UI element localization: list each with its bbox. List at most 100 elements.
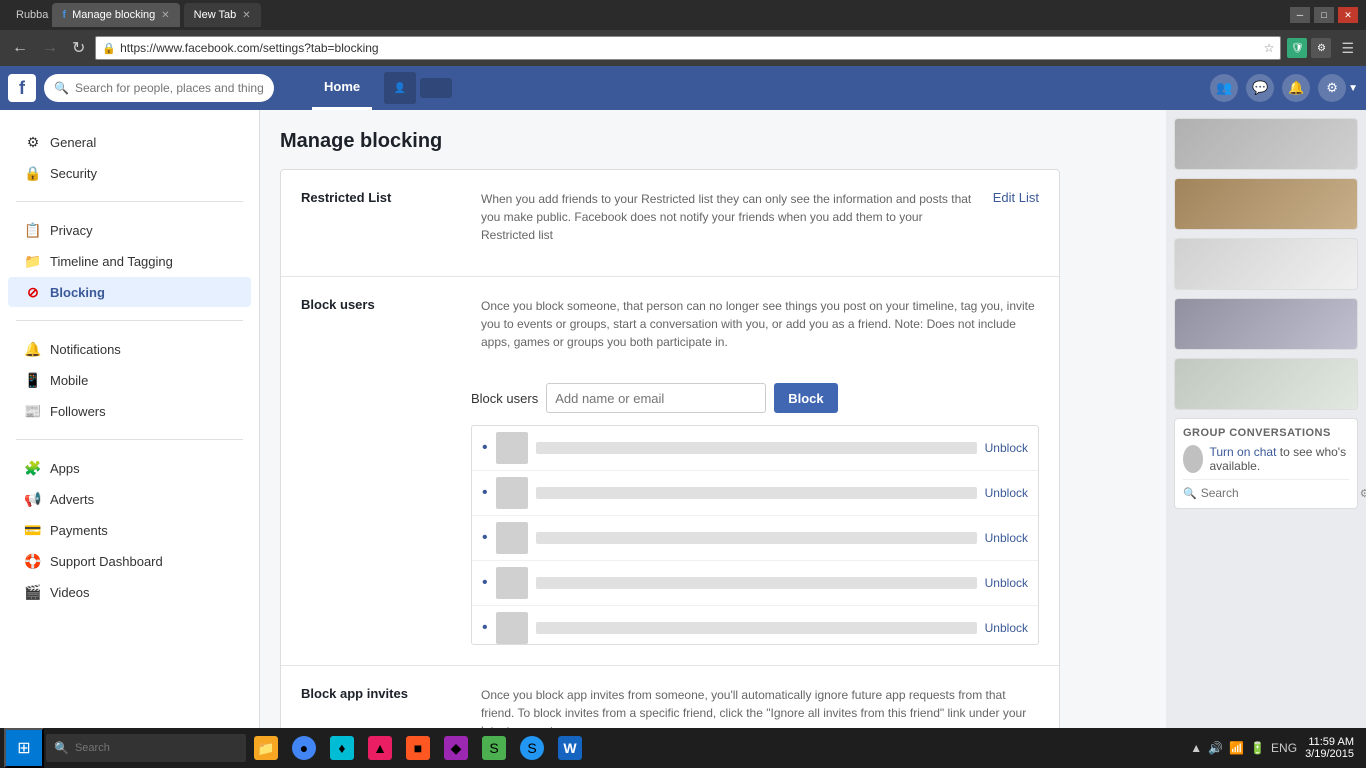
close-button[interactable]: ✕ <box>1338 7 1358 23</box>
forward-button[interactable]: → <box>38 37 62 59</box>
facebook-search-bar[interactable]: 🔍 <box>44 74 274 102</box>
sidebar-item-notifications[interactable]: 🔔 Notifications <box>8 334 251 364</box>
sidebar-item-followers[interactable]: 📰 Followers <box>8 396 251 426</box>
active-tab[interactable]: f Manage blocking ✕ <box>52 3 179 27</box>
new-tab-label: New Tab <box>194 9 237 21</box>
search-input[interactable] <box>75 81 264 95</box>
bullet-icon: • <box>482 619 488 637</box>
sidebar-section-mid: 📋 Privacy 📁 Timeline and Tagging ⊘ Block… <box>0 210 259 312</box>
taskbar-app5[interactable]: ■ <box>400 730 436 766</box>
new-tab[interactable]: New Tab ✕ <box>184 3 261 27</box>
sidebar-item-payments[interactable]: 💳 Payments <box>8 515 251 545</box>
apps-icon: 🧩 <box>24 459 42 477</box>
clock-time: 11:59 AM <box>1305 736 1354 748</box>
sidebar-item-privacy[interactable]: 📋 Privacy <box>8 215 251 245</box>
battery-icon[interactable]: 🔋 <box>1250 741 1265 755</box>
nav-home[interactable]: Home <box>312 66 372 110</box>
taskbar-app4[interactable]: ▲ <box>362 730 398 766</box>
sidebar-item-label-payments: Payments <box>50 523 108 538</box>
payments-icon: 💳 <box>24 521 42 539</box>
reload-button[interactable]: ↻ <box>68 36 89 60</box>
taskbar-app3[interactable]: ♦ <box>324 730 360 766</box>
sidebar-divider-1 <box>16 201 243 202</box>
tray-arrow-icon[interactable]: ▲ <box>1190 741 1202 755</box>
sidebar-item-label-blocking: Blocking <box>50 285 105 300</box>
sidebar-section-extra: 🧩 Apps 📢 Adverts 💳 Payments 🛟 Support Da… <box>0 448 259 612</box>
sidebar-item-adverts[interactable]: 📢 Adverts <box>8 484 251 514</box>
fb-friends-icon[interactable]: 👥 <box>1210 74 1238 102</box>
block-user-input[interactable] <box>546 383 766 413</box>
block-button[interactable]: Block <box>774 383 837 413</box>
list-item: • Unblock <box>472 561 1038 606</box>
fb-settings-dropdown[interactable]: ⚙ ▼ <box>1318 74 1358 102</box>
sidebar-item-general[interactable]: ⚙ General <box>8 127 251 157</box>
app4-icon: ▲ <box>368 736 392 760</box>
taskbar-app7[interactable]: S <box>476 730 512 766</box>
start-button[interactable]: ⊞ <box>4 728 44 768</box>
sidebar-item-mobile[interactable]: 📱 Mobile <box>8 365 251 395</box>
group-conv-search-bar: 🔍 ⚙ ✏ <box>1183 479 1349 500</box>
unblock-link-3[interactable]: Unblock <box>985 531 1028 545</box>
sidebar-section-bot: 🔔 Notifications 📱 Mobile 📰 Followers <box>0 329 259 431</box>
settings-ext-icon[interactable]: ⚙ <box>1311 38 1331 58</box>
unblock-link-4[interactable]: Unblock <box>985 576 1028 590</box>
taskbar-search-input[interactable] <box>75 742 238 754</box>
volume-icon[interactable]: 🔊 <box>1208 741 1223 755</box>
fb-notifications-icon[interactable]: 🔔 <box>1282 74 1310 102</box>
username-label: Rubba <box>16 9 48 21</box>
sidebar-divider-3 <box>16 439 243 440</box>
unblock-link-2[interactable]: Unblock <box>985 486 1028 500</box>
bookmark-icon[interactable]: ☆ <box>1264 41 1275 55</box>
address-bar[interactable]: 🔒 https://www.facebook.com/settings?tab=… <box>95 36 1281 60</box>
list-item: • Unblock <box>472 426 1038 471</box>
taskbar-chrome[interactable]: ● <box>286 730 322 766</box>
taskbar-app8[interactable]: S <box>514 730 550 766</box>
sidebar-item-timeline[interactable]: 📁 Timeline and Tagging <box>8 246 251 276</box>
fb-messages-icon[interactable]: 💬 <box>1246 74 1274 102</box>
new-tab-close-icon[interactable]: ✕ <box>242 10 250 21</box>
maximize-button[interactable]: □ <box>1314 7 1334 23</box>
sidebar-item-apps[interactable]: 🧩 Apps <box>8 453 251 483</box>
edit-list-link[interactable]: Edit List <box>993 190 1039 256</box>
facebook-nav-icons: 👥 💬 🔔 ⚙ ▼ <box>1210 74 1358 102</box>
blocked-avatar <box>496 477 528 509</box>
browser-menu-button[interactable]: ☰ <box>1337 38 1358 59</box>
tab-close-icon[interactable]: ✕ <box>161 10 169 21</box>
main-content: Manage blocking Restricted List When you… <box>260 110 1166 728</box>
unblock-link-5[interactable]: Unblock <box>985 621 1028 635</box>
list-item: • Unblock <box>472 516 1038 561</box>
mobile-icon: 📱 <box>24 371 42 389</box>
sidebar-item-support[interactable]: 🛟 Support Dashboard <box>8 546 251 576</box>
app6-icon: ◆ <box>444 736 468 760</box>
taskbar-search-box[interactable]: 🔍 <box>46 734 246 762</box>
facebook-nav: Home 👤 <box>312 66 452 110</box>
shield-ext-icon[interactable]: 🛡 <box>1287 38 1307 58</box>
bullet-icon: • <box>482 574 488 592</box>
sidebar-item-blocking[interactable]: ⊘ Blocking <box>8 277 251 307</box>
app8-icon: S <box>520 736 544 760</box>
taskbar-file-explorer[interactable]: 📁 <box>248 730 284 766</box>
settings-conv-icon[interactable]: ⚙ <box>1360 487 1366 500</box>
unblock-link-1[interactable]: Unblock <box>985 441 1028 455</box>
right-card-3 <box>1174 238 1358 290</box>
group-conversations: GROUP CONVERSATIONS Turn on chat to see … <box>1174 418 1358 509</box>
sidebar-item-videos[interactable]: 🎬 Videos <box>8 577 251 607</box>
right-card-image-1 <box>1175 119 1357 169</box>
taskbar-app9[interactable]: W <box>552 730 588 766</box>
back-button[interactable]: ← <box>8 37 32 59</box>
blocked-avatar <box>496 432 528 464</box>
minimize-button[interactable]: ─ <box>1290 7 1310 23</box>
bullet-icon: • <box>482 529 488 547</box>
block-app-invites-body: Once you block app invites from someone,… <box>481 686 1039 728</box>
restricted-list-section: Restricted List When you add friends to … <box>281 170 1059 277</box>
chevron-down-icon: ▼ <box>1348 83 1358 94</box>
chrome-icon: ● <box>292 736 316 760</box>
network-icon[interactable]: 📶 <box>1229 741 1244 755</box>
turn-on-chat-text[interactable]: Turn on chat to see who's available. <box>1209 445 1349 473</box>
block-app-invites-desc: Once you block app invites from someone,… <box>481 686 1039 728</box>
taskbar-app6[interactable]: ◆ <box>438 730 474 766</box>
block-users-controls: Block users Block • Unblock • <box>301 383 1039 645</box>
sidebar-item-security[interactable]: 🔒 Security <box>8 158 251 188</box>
group-conv-search-input[interactable] <box>1201 486 1356 500</box>
blocking-icon: ⊘ <box>24 283 42 301</box>
